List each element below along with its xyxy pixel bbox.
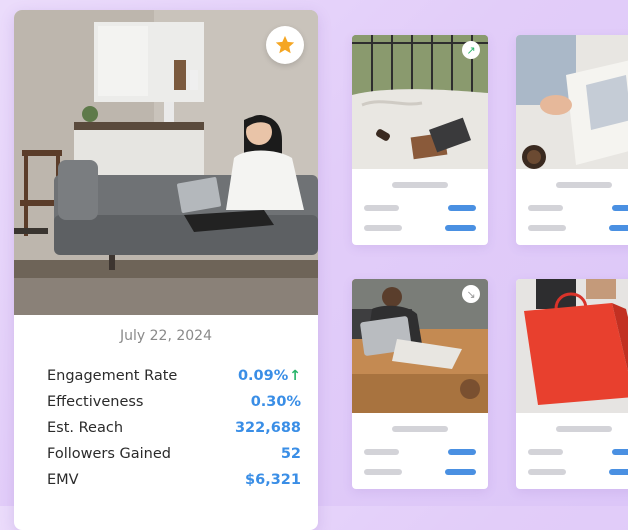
placeholder-bar [364, 449, 399, 455]
metric-value: 322,688 [234, 420, 301, 436]
metric-value: 0.09% ↑ [238, 368, 301, 384]
placeholder-bar [609, 469, 628, 475]
metric-engagement-rate: Engagement Rate 0.09% ↑ [47, 363, 301, 389]
post-thumbnail[interactable] [516, 35, 628, 245]
metric-est-reach: Est. Reach 322,688 [47, 415, 301, 441]
placeholder-bar [528, 449, 563, 455]
placeholder-bar [448, 205, 476, 211]
engagement-rate-value: 0.09% [237, 368, 289, 384]
metric-value: 52 [280, 446, 301, 462]
placeholder-bar [392, 426, 448, 432]
placeholder-bar [445, 469, 476, 475]
placeholder-bar [612, 205, 628, 211]
placeholder-bar [528, 205, 563, 211]
placeholder-bar [392, 182, 448, 188]
placeholder-bar [364, 225, 402, 231]
metric-label: Est. Reach [47, 420, 124, 436]
post-date: July 22, 2024 [120, 328, 212, 344]
post-thumbnail[interactable]: ↗ [352, 35, 488, 245]
metrics-list: Engagement Rate 0.09% ↑ Effectiveness 0.… [47, 363, 301, 493]
metric-label: Followers Gained [47, 446, 171, 462]
placeholder-bar [528, 469, 566, 475]
placeholder-bar [556, 182, 612, 188]
placeholder-bar [445, 225, 476, 231]
metric-label: Engagement Rate [47, 368, 178, 384]
star-icon [275, 35, 295, 54]
post-thumbnail-image [516, 279, 628, 413]
placeholder-bar [612, 449, 628, 455]
post-thumbnail-image: ↗ [352, 35, 488, 169]
arrow-up-right-icon: ↗ [462, 41, 480, 59]
post-thumbnail-image [516, 35, 628, 169]
featured-post-card[interactable]: July 22, 2024 Engagement Rate 0.09% ↑ Ef… [14, 10, 318, 530]
arrow-down-right-icon: ↘ [462, 285, 480, 303]
trend-up-icon: ↑ [289, 368, 301, 384]
post-thumbnail-image: ↘ [352, 279, 488, 413]
metric-value: 0.30% [250, 394, 301, 410]
placeholder-bar [364, 469, 402, 475]
placeholder-bar [528, 225, 566, 231]
favorite-button[interactable] [266, 26, 304, 64]
metric-followers-gained: Followers Gained 52 [47, 441, 301, 467]
metric-effectiveness: Effectiveness 0.30% [47, 389, 301, 415]
post-thumbnail[interactable] [516, 279, 628, 489]
placeholder-bar [556, 426, 612, 432]
placeholder-bar [609, 225, 628, 231]
metric-value: $6,321 [245, 472, 301, 488]
metric-label: Effectiveness [47, 394, 144, 410]
metric-emv: EMV $6,321 [47, 467, 301, 493]
featured-post-image [14, 10, 318, 315]
placeholder-bar [448, 449, 476, 455]
metric-label: EMV [47, 472, 79, 488]
post-thumbnail[interactable]: ↘ [352, 279, 488, 489]
placeholder-bar [364, 205, 399, 211]
